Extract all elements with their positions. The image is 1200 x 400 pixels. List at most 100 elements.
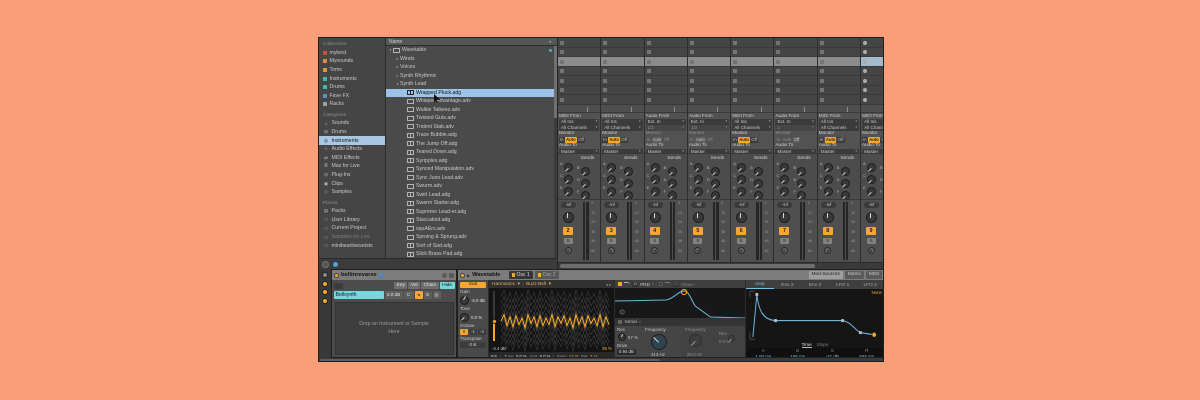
channel-select[interactable]: 1/2 ▾	[645, 125, 686, 131]
filter1-circuit-select[interactable]: PRD	[640, 282, 650, 287]
sidebar-item-audio-effects[interactable]: ∿ Audio Effects	[319, 145, 385, 154]
channel-select[interactable]: All Channels▾	[602, 125, 643, 131]
arm-button[interactable]	[607, 247, 615, 254]
clip-slot[interactable]	[861, 57, 883, 67]
clip-stop-icon[interactable]	[819, 50, 824, 55]
solo-button[interactable]: S	[650, 238, 660, 244]
send-knob-c[interactable]	[564, 175, 573, 184]
clip-slot[interactable]	[601, 66, 644, 77]
chain-solo-button[interactable]: S	[423, 291, 432, 299]
send-knob-b[interactable]	[581, 167, 590, 176]
clip-stop-icon[interactable]	[603, 88, 608, 93]
fold-icon[interactable]: ▶	[467, 273, 470, 278]
chain-hotswap-icon[interactable]: ◎	[432, 291, 441, 299]
send-knob-b[interactable]	[624, 167, 634, 176]
clip-stop-icon[interactable]	[646, 40, 651, 45]
clip-slot[interactable]	[817, 57, 861, 67]
clip-stop-icon[interactable]	[646, 59, 651, 64]
hide-button[interactable]: Hide	[439, 282, 455, 289]
volume-display[interactable]: -inf	[561, 202, 576, 208]
chain-list-icon[interactable]	[333, 282, 343, 289]
tone-knob[interactable]	[460, 312, 469, 322]
clip-stop-icon[interactable]	[819, 97, 824, 102]
filter-response-display[interactable]	[614, 288, 746, 319]
clip-stop-icon[interactable]	[776, 59, 781, 64]
gain-knob[interactable]	[460, 295, 469, 305]
clip-slot[interactable]	[687, 47, 731, 58]
mod-target-none[interactable]: None	[872, 290, 883, 295]
session-scroll-thumb[interactable]	[560, 264, 816, 268]
sidebar-item-instruments[interactable]: ◎ Instruments	[319, 136, 385, 145]
clip-stop-icon[interactable]	[819, 78, 824, 83]
send-knob-c[interactable]	[650, 175, 660, 184]
send-knob-b[interactable]	[797, 167, 807, 176]
res-knob[interactable]	[618, 333, 626, 341]
clip-slot[interactable]	[774, 85, 817, 96]
solo-button[interactable]: S	[563, 238, 573, 244]
volume-display[interactable]: -inf	[820, 202, 836, 208]
clip-stop-icon[interactable]	[603, 59, 608, 64]
transpose-value[interactable]: 0 st	[460, 342, 486, 348]
envelope-display[interactable]: None	[746, 289, 883, 342]
channel-select[interactable]: All Channels▾	[862, 125, 883, 131]
clip-slot[interactable]	[601, 38, 644, 48]
clip-slot[interactable]	[817, 76, 861, 86]
send-knob-b[interactable]	[710, 167, 720, 176]
arm-button[interactable]	[824, 247, 832, 254]
clip-stop-icon[interactable]	[733, 40, 738, 45]
send-knob-d[interactable]	[840, 179, 850, 188]
send-knob-a[interactable]	[607, 163, 617, 172]
clip-stop-icon[interactable]	[689, 50, 694, 55]
clip-stop-icon[interactable]	[646, 88, 651, 93]
file-row[interactable]: ▾ Wavetable	[386, 46, 557, 55]
sidebar-item-minibearlivesetsts[interactable]: □ minibearlivesetsts	[319, 241, 385, 250]
monitor-option-off[interactable]: Off	[577, 136, 585, 143]
sidebar-item-plug-ins[interactable]: ⊟ Plug-Ins	[319, 171, 385, 180]
monitor-option-off[interactable]: Off	[792, 136, 801, 143]
slope-tab[interactable]: Slope	[817, 342, 829, 347]
clip-slot[interactable]	[601, 76, 644, 86]
clip-record-icon[interactable]	[863, 59, 868, 64]
clip-slot[interactable]	[774, 38, 817, 48]
clip-slot[interactable]	[731, 66, 774, 77]
channel-select[interactable]: All Channels▾	[818, 125, 860, 131]
input-select[interactable]: Ext. In ▾	[645, 118, 686, 125]
clip-stop-icon[interactable]	[603, 97, 608, 102]
file-row[interactable]: Trident Stab.adv	[386, 123, 557, 132]
solo-button[interactable]: S	[823, 238, 833, 244]
arm-button[interactable]	[737, 247, 745, 254]
midi-button[interactable]: MIDI	[865, 271, 882, 279]
pan-knob[interactable]	[563, 212, 574, 223]
clip-stop-icon[interactable]	[603, 50, 608, 55]
file-list-header[interactable]: Name ▼	[386, 38, 557, 46]
clip-slot[interactable]	[687, 57, 731, 67]
clip-slot[interactable]	[731, 76, 774, 86]
file-row[interactable]: ▸ Synth Rhythmic	[386, 72, 557, 81]
clip-slot[interactable]	[817, 95, 861, 105]
solo-button[interactable]: S	[693, 238, 703, 244]
hot-swap-icon[interactable]	[378, 272, 384, 278]
clip-stop-icon[interactable]	[603, 69, 608, 74]
sidebar-item-racks[interactable]: Racks	[319, 100, 385, 109]
monitor-option-in[interactable]: In	[689, 137, 695, 143]
clip-slot[interactable]	[601, 95, 644, 105]
monitor-option-in[interactable]: In	[602, 136, 608, 143]
input-select[interactable]: Ext. In ▾	[688, 118, 730, 125]
track-activator-button[interactable]: 9	[866, 227, 877, 235]
monitor-option-auto[interactable]: Auto	[824, 136, 837, 143]
clip-stop-icon[interactable]	[689, 78, 694, 83]
clip-stop-icon[interactable]	[560, 88, 564, 93]
input-select[interactable]: All Ins ▾	[602, 118, 643, 125]
arm-button[interactable]	[867, 247, 875, 254]
clip-slot[interactable]	[558, 47, 601, 58]
device-power-icon[interactable]	[460, 272, 465, 278]
file-row[interactable]: Trace Bubble.adg	[386, 131, 557, 140]
device-power-icon[interactable]	[334, 272, 339, 278]
preview-icon[interactable]	[322, 260, 329, 268]
sidebar-item-packs[interactable]: ▤ Packs	[319, 207, 385, 216]
clip-slot[interactable]	[774, 57, 817, 67]
filter-routing-select[interactable]: Serial	[625, 320, 637, 325]
clip-stop-icon[interactable]	[689, 88, 694, 93]
clip-slot[interactable]	[861, 95, 883, 105]
monitor-option-auto[interactable]: Auto	[782, 137, 793, 143]
